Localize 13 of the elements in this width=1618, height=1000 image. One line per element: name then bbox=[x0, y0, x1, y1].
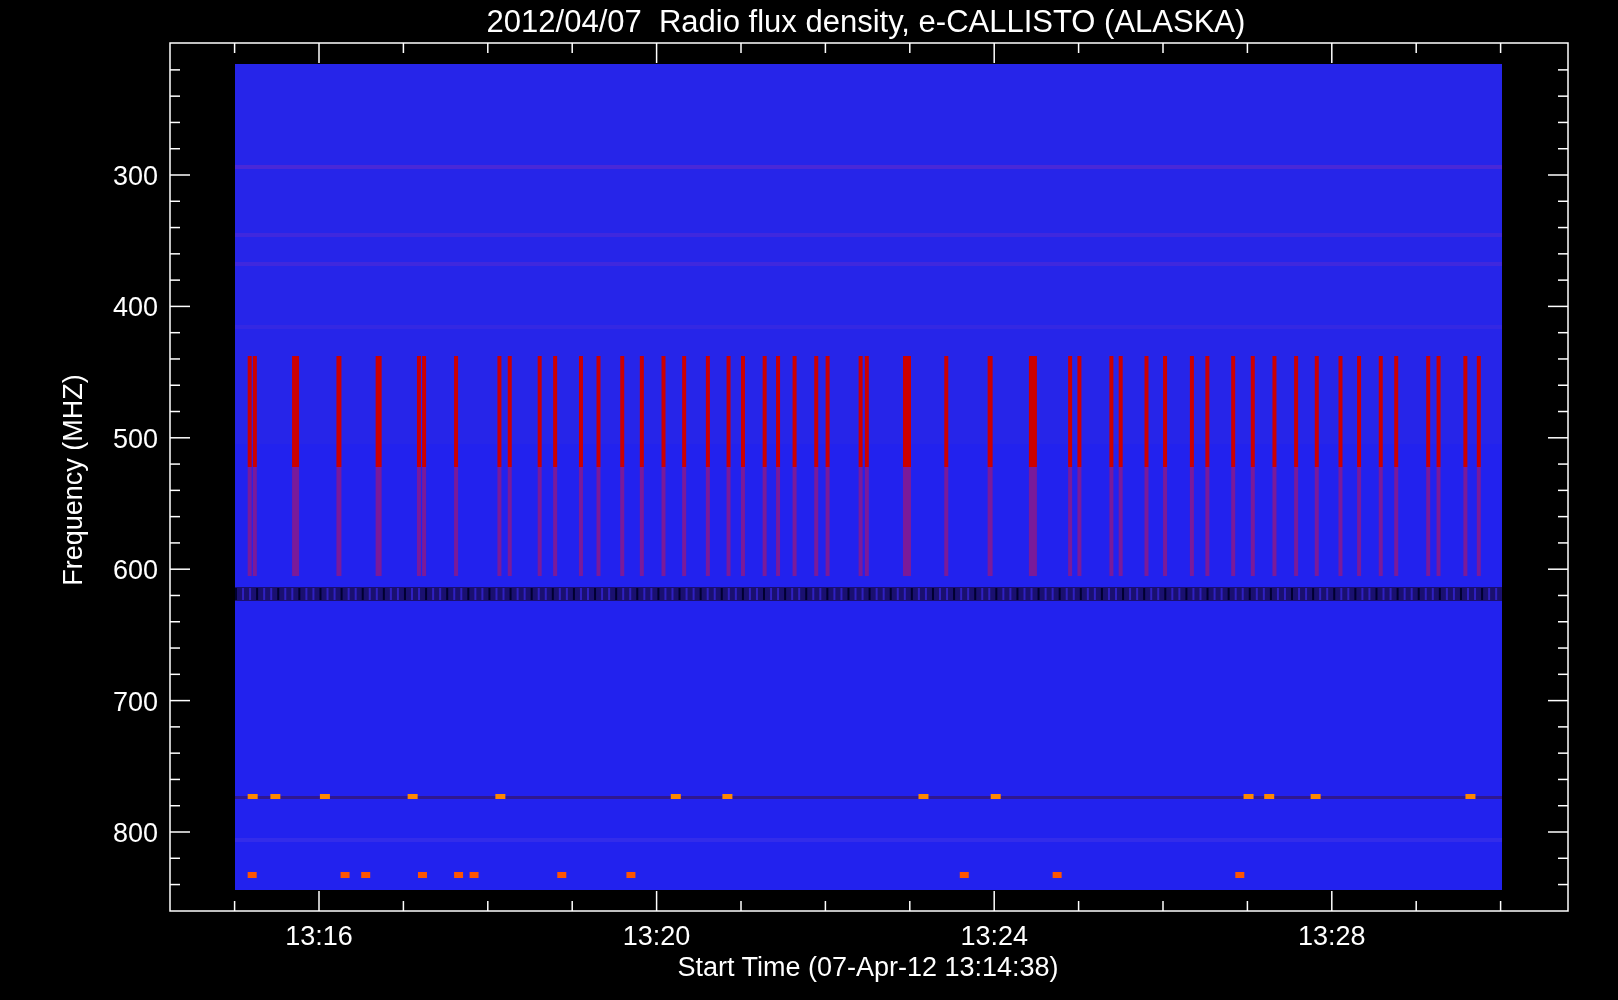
plot-title: 2012/04/07 Radio flux density, e-CALLISTO (ALASKA) bbox=[486, 4, 1246, 39]
x-tick-label: 13:20 bbox=[622, 921, 691, 951]
y-tick-label: 300 bbox=[112, 161, 158, 191]
y-tick-label: 800 bbox=[112, 818, 158, 848]
y-tick-label: 600 bbox=[112, 555, 158, 586]
y-axis-label: Frequency (MHZ) bbox=[58, 374, 88, 586]
x-tick-label: 13:28 bbox=[1298, 921, 1366, 951]
y-tick-label: 500 bbox=[112, 423, 158, 454]
y-tick-label: 700 bbox=[112, 686, 158, 717]
x-axis-label: Start Time (07-Apr-12 13:14:38) bbox=[677, 952, 1059, 982]
x-tick-label: 13:16 bbox=[285, 921, 353, 951]
x-tick-label: 13:24 bbox=[960, 921, 1028, 951]
y-tick-label: 400 bbox=[112, 292, 158, 323]
